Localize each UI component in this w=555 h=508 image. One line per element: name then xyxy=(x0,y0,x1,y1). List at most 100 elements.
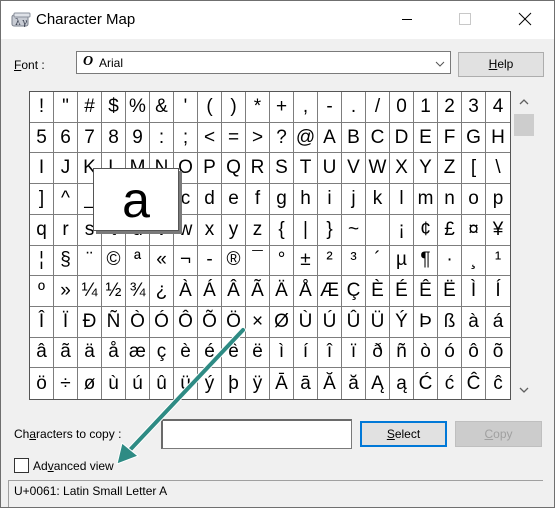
char-cell[interactable]: ) xyxy=(222,92,246,123)
char-cell[interactable]: ý xyxy=(198,368,222,399)
char-cell[interactable]: A xyxy=(318,122,342,154)
char-cell[interactable]: ¤ xyxy=(462,214,486,246)
advanced-view-label[interactable]: Advanced view xyxy=(33,459,114,473)
char-cell[interactable]: ô xyxy=(462,337,486,369)
char-cell[interactable]: ø xyxy=(78,368,102,399)
char-cell[interactable]: n xyxy=(438,184,462,215)
char-cell[interactable]: 9 xyxy=(126,122,150,154)
char-cell[interactable]: ¶ xyxy=(414,245,438,277)
maximize-button[interactable] xyxy=(442,1,488,39)
char-cell[interactable]: 3 xyxy=(462,92,486,123)
char-cell[interactable]: ° xyxy=(270,245,294,277)
char-cell[interactable]: | xyxy=(294,214,318,246)
char-cell[interactable]: ² xyxy=(318,245,342,277)
char-cell[interactable]: Û xyxy=(342,306,366,338)
vertical-scrollbar[interactable] xyxy=(512,91,536,400)
char-cell[interactable]: # xyxy=(78,92,102,123)
char-cell[interactable]: z xyxy=(246,214,270,246)
char-cell[interactable]: q xyxy=(30,214,54,246)
char-cell[interactable]: % xyxy=(126,92,150,123)
char-cell[interactable]: X xyxy=(390,153,414,185)
char-cell[interactable]: Ù xyxy=(294,306,318,338)
char-cell[interactable]: { xyxy=(270,214,294,246)
char-cell[interactable]: o xyxy=(462,184,486,215)
char-cell[interactable]: Ą xyxy=(366,368,390,399)
char-cell[interactable]: ( xyxy=(198,92,222,123)
scrollbar-thumb[interactable] xyxy=(514,114,534,136)
char-cell[interactable]: Ü xyxy=(366,306,390,338)
char-cell[interactable]: ª xyxy=(126,245,150,277)
char-cell[interactable]: Ø xyxy=(270,306,294,338)
char-cell[interactable]: ò xyxy=(414,337,438,369)
char-cell[interactable]: H xyxy=(486,123,510,154)
char-cell[interactable]: x xyxy=(198,214,222,246)
char-cell[interactable]: è xyxy=(174,337,198,369)
char-cell[interactable]: P xyxy=(198,153,222,185)
char-cell[interactable]: p xyxy=(486,184,510,215)
char-cell[interactable]: 4 xyxy=(486,92,510,123)
char-cell[interactable]: " xyxy=(54,92,78,123)
char-cell[interactable]: í xyxy=(294,337,318,369)
char-cell[interactable]: 2 xyxy=(438,92,462,123)
char-cell[interactable]: ¦ xyxy=(30,245,54,277)
char-cell[interactable]: m xyxy=(414,184,438,215)
char-cell[interactable]: > xyxy=(246,122,270,154)
char-cell[interactable]: l xyxy=(390,184,414,215)
char-cell[interactable]: g xyxy=(270,184,294,215)
char-cell[interactable]: ü xyxy=(174,368,198,399)
char-cell[interactable]: Y xyxy=(414,153,438,185)
char-cell[interactable]: T xyxy=(294,153,318,185)
char-cell[interactable]: h xyxy=(294,184,318,215)
char-cell[interactable]: S xyxy=(270,153,294,185)
char-cell[interactable]: D xyxy=(390,122,414,154)
char-cell[interactable]: º xyxy=(30,276,54,307)
char-cell[interactable]: ñ xyxy=(390,337,414,369)
char-cell[interactable]: + xyxy=(270,92,294,123)
char-cell[interactable]: ë xyxy=(246,337,270,369)
char-cell[interactable]: ê xyxy=(222,337,246,369)
char-cell[interactable]: R xyxy=(246,153,270,185)
minimize-button[interactable] xyxy=(384,1,430,39)
char-cell[interactable]: ă xyxy=(342,368,366,399)
char-cell[interactable]: É xyxy=(390,276,414,307)
char-cell[interactable]: Ĉ xyxy=(462,368,486,399)
char-cell[interactable]: æ xyxy=(126,337,150,369)
char-cell[interactable]: Ă xyxy=(318,368,342,399)
char-cell[interactable]: e xyxy=(222,184,246,215)
scroll-up-button[interactable] xyxy=(512,91,536,111)
char-cell[interactable]: ç xyxy=(150,337,174,369)
char-cell[interactable]: I xyxy=(30,153,54,185)
char-cell[interactable]: ä xyxy=(78,337,102,369)
char-cell[interactable]: 6 xyxy=(54,122,78,154)
char-cell[interactable]: × xyxy=(246,306,270,338)
char-cell[interactable]: ¢ xyxy=(414,214,438,246)
char-cell[interactable]: ą xyxy=(390,368,414,399)
char-cell[interactable]: Ð xyxy=(78,306,102,338)
char-cell[interactable]: ; xyxy=(174,122,198,154)
char-cell[interactable]: ¨ xyxy=(78,245,102,277)
char-cell[interactable]: C xyxy=(366,122,390,154)
char-cell[interactable]: Ç xyxy=(342,276,366,307)
char-cell[interactable]: ĉ xyxy=(486,368,510,399)
char-cell[interactable]: ù xyxy=(102,368,126,399)
char-cell[interactable]: ® xyxy=(222,245,246,277)
select-button[interactable]: Select xyxy=(360,421,447,447)
char-cell[interactable]: £ xyxy=(438,214,462,246)
char-cell[interactable]: E xyxy=(414,122,438,154)
char-cell[interactable]: & xyxy=(150,92,174,123)
char-cell[interactable]: ö xyxy=(30,368,54,399)
char-cell[interactable]: û xyxy=(150,368,174,399)
char-cell[interactable]: ÿ xyxy=(246,368,270,399)
char-cell[interactable]: r xyxy=(54,214,78,246)
char-cell[interactable]: ~ xyxy=(342,214,366,246)
char-cell[interactable]: ¥ xyxy=(486,215,510,246)
char-cell[interactable]: ú xyxy=(126,368,150,399)
char-cell[interactable]: ð xyxy=(366,337,390,369)
char-cell[interactable]: ³ xyxy=(342,245,366,277)
char-cell[interactable]: ÷ xyxy=(54,368,78,399)
char-cell[interactable]: Ã xyxy=(246,276,270,307)
char-cell[interactable]: 1 xyxy=(414,92,438,123)
char-cell[interactable]: ã xyxy=(54,337,78,369)
char-cell[interactable]: * xyxy=(246,92,270,123)
char-cell[interactable]: Þ xyxy=(414,306,438,338)
